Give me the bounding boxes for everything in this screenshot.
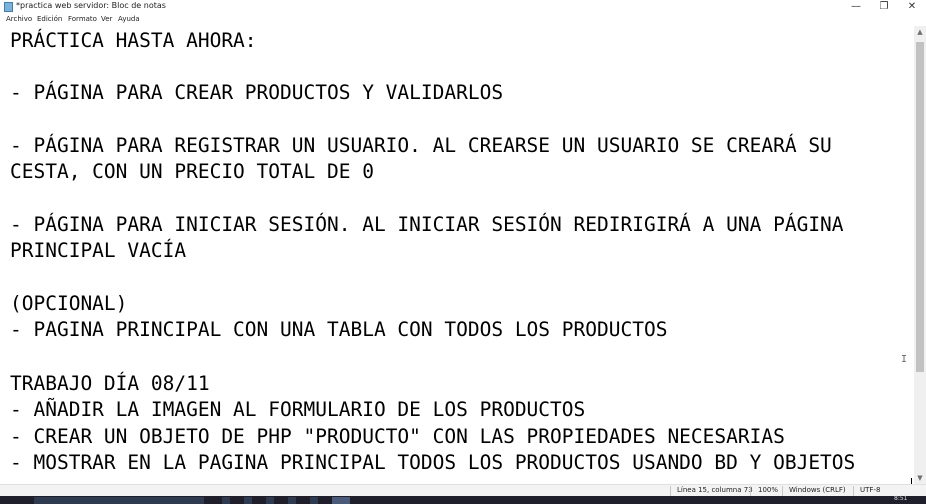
scrollbar-thumb[interactable]: [916, 42, 924, 372]
taskbar-app-icon[interactable]: [222, 497, 230, 504]
taskbar-clock: 8:51: [894, 495, 908, 502]
zoom-level: 100%: [758, 486, 779, 494]
text-editor[interactable]: PRÁCTICA HASTA AHORA: - PÁGINA PARA CREA…: [0, 26, 914, 500]
minimize-button[interactable]: —: [843, 0, 869, 14]
encoding: UTF-8: [860, 486, 881, 494]
taskbar-app-icon[interactable]: [288, 497, 296, 504]
menu-archivo[interactable]: Archivo: [6, 15, 32, 23]
notepad-app-icon: [4, 2, 13, 12]
menu-ayuda[interactable]: Ayuda: [118, 15, 140, 23]
text-line: TRABAJO DÍA 08/11: [10, 372, 210, 395]
taskbar-notepad-icon[interactable]: [332, 497, 350, 504]
ibeam-cursor-icon: I: [901, 354, 908, 365]
menu-bar: Archivo Edición Formato Ver Ayuda: [0, 14, 926, 26]
taskbar-search-box[interactable]: [34, 497, 204, 504]
text-line: - CREAR UN OBJETO DE PHP "PRODUCTO" CON …: [10, 425, 785, 448]
menu-edicion[interactable]: Edición: [37, 15, 62, 23]
text-line: PRINCIPAL VACÍA: [10, 239, 187, 262]
maximize-button[interactable]: ❐: [871, 0, 897, 14]
close-button[interactable]: ✕: [899, 0, 925, 14]
taskbar: 8:51: [0, 495, 926, 504]
text-line: - AÑADIR LA IMAGEN AL FORMULARIO DE LOS …: [10, 398, 586, 421]
title-bar: *practica web servidor: Bloc de notas — …: [0, 0, 926, 14]
scroll-down-arrow-icon[interactable]: ▼: [914, 472, 926, 484]
text-line: PRÁCTICA HASTA AHORA:: [10, 29, 257, 52]
taskbar-app-icon[interactable]: [266, 497, 274, 504]
taskbar-app-icon[interactable]: [310, 497, 318, 504]
cursor-position: Línea 15, columna 73: [677, 486, 753, 494]
line-ending: Windows (CRLF): [789, 486, 846, 494]
menu-ver[interactable]: Ver: [101, 15, 112, 23]
text-line: - PÁGINA PARA CREAR PRODUCTOS Y VALIDARL…: [10, 81, 504, 104]
window-title: *practica web servidor: Bloc de notas: [16, 1, 166, 10]
text-line: - PÁGINA PARA REGISTRAR UN USUARIO. AL C…: [10, 134, 832, 157]
text-line: CESTA, CON UN PRECIO TOTAL DE 0: [10, 160, 374, 183]
text-line: (OPCIONAL): [10, 292, 128, 315]
status-bar: Línea 15, columna 73 100% Windows (CRLF)…: [0, 484, 926, 496]
menu-formato[interactable]: Formato: [68, 15, 97, 23]
scroll-up-arrow-icon[interactable]: ▲: [914, 26, 926, 38]
taskbar-app-icon[interactable]: [244, 497, 252, 504]
text-line: - MOSTRAR EN LA PAGINA PRINCIPAL TODOS L…: [10, 451, 856, 474]
text-line: - PÁGINA PARA INICIAR SESIÓN. AL INICIAR…: [10, 213, 844, 236]
vertical-scrollbar[interactable]: ▲ ▼: [914, 26, 926, 484]
text-line: - PAGINA PRINCIPAL CON UNA TABLA CON TOD…: [10, 318, 668, 341]
